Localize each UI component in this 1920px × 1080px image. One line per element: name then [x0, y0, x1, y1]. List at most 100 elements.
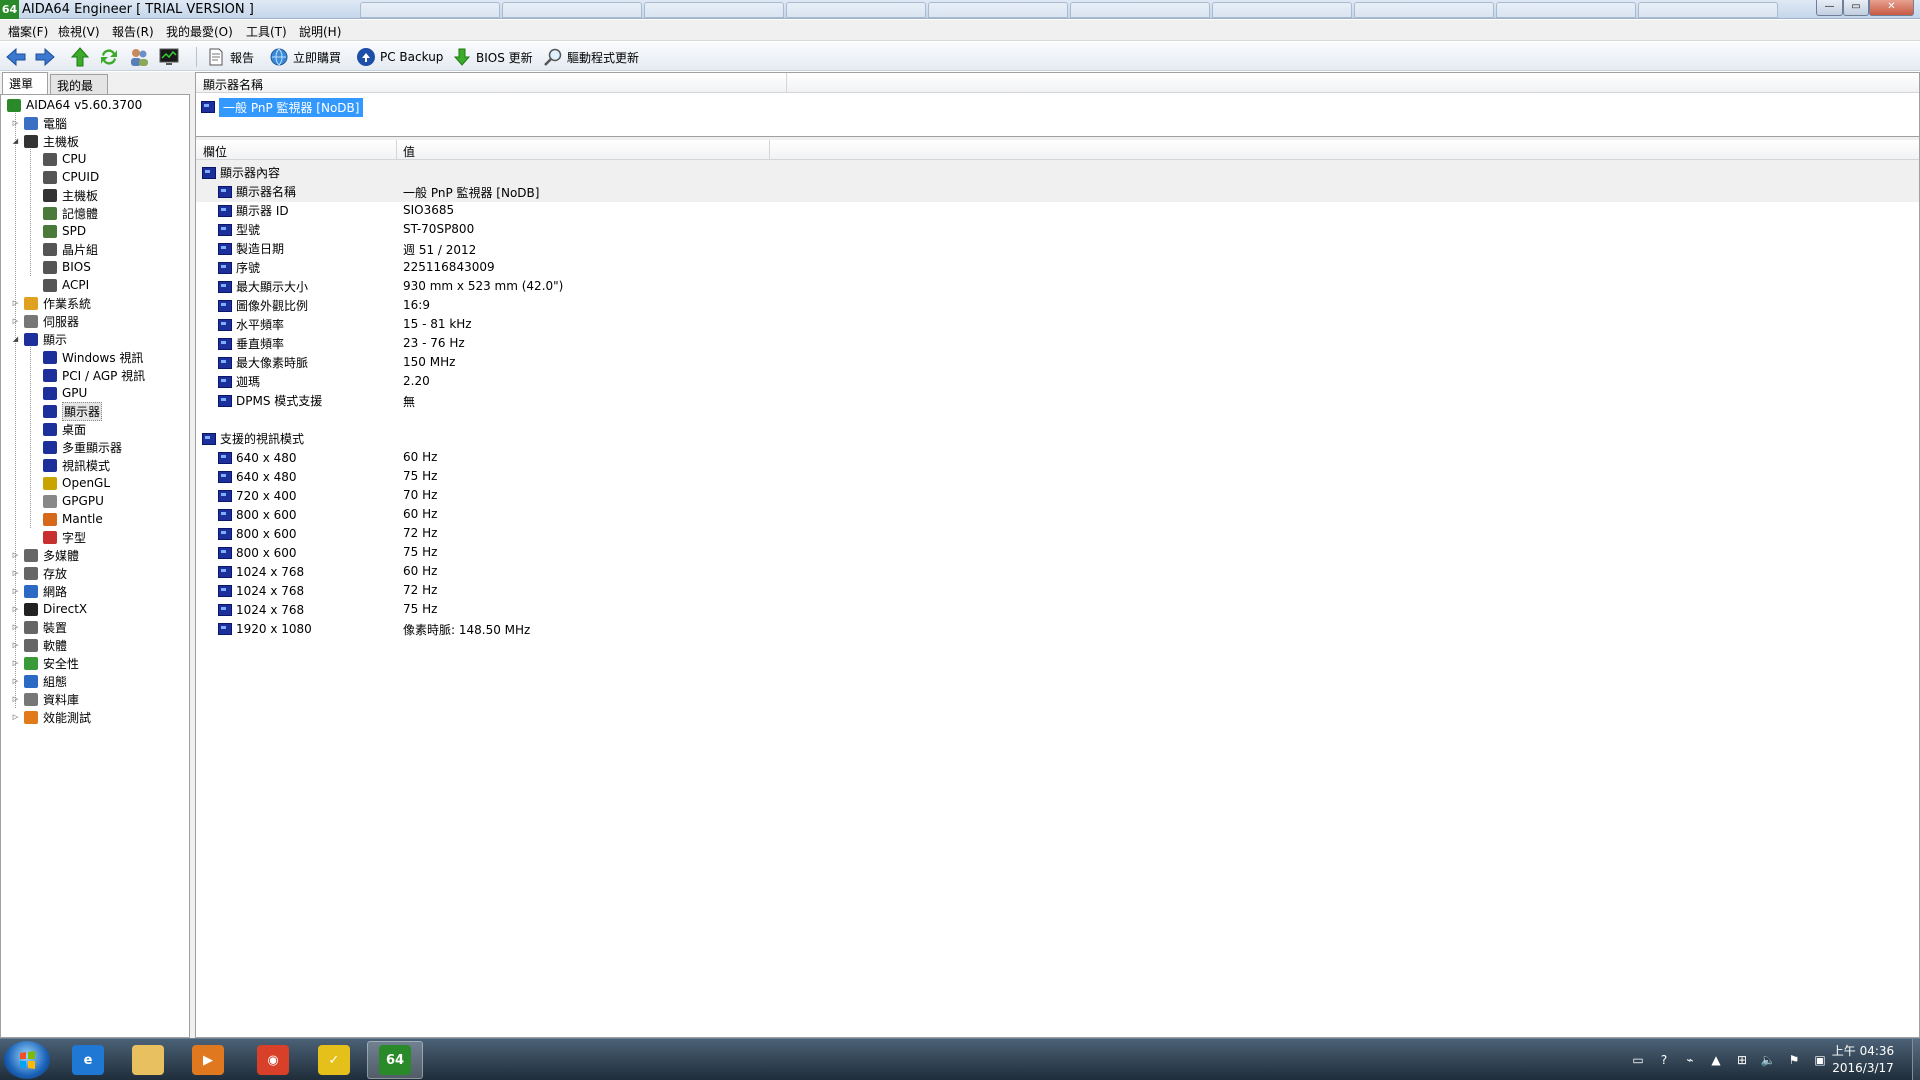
tree-item[interactable]: SPD — [43, 222, 86, 240]
refresh-icon[interactable] — [98, 46, 120, 68]
expand-arrow-icon[interactable]: ▷ — [11, 551, 20, 559]
property-row[interactable]: 顯示器名稱 — [218, 182, 296, 201]
tree-item[interactable]: 字型 — [43, 528, 86, 546]
start-button[interactable] — [4, 1041, 50, 1079]
property-row[interactable]: 水平頻率 — [218, 315, 284, 334]
property-row[interactable]: 製造日期 — [218, 239, 284, 258]
tree-item[interactable]: ▷ 裝置 — [11, 618, 67, 636]
expand-arrow-icon[interactable]: ▷ — [11, 569, 20, 577]
video-mode-row[interactable]: 720 x 400 — [218, 486, 297, 505]
property-row[interactable]: 最大顯示大小 — [218, 277, 308, 296]
navigation-tree[interactable]: AIDA64 v5.60.3700 ▷ 電腦 ◢ 主機板 CPU CPUID 主機板 記憶體 SP… — [0, 94, 190, 1038]
background-window-tab[interactable] — [502, 2, 642, 18]
buy-now-button[interactable]: 立即購買 — [269, 46, 341, 68]
volume-icon[interactable]: 🔈 — [1760, 1053, 1776, 1067]
menu-tools[interactable]: 工具(T) — [246, 23, 287, 40]
tree-item[interactable]: 桌面 — [43, 420, 86, 438]
tree-item[interactable]: BIOS — [43, 258, 91, 276]
expand-arrow-icon[interactable]: ▷ — [11, 587, 20, 595]
monitor-list-item[interactable]: 一般 PnP 監視器 [NoDB] — [201, 97, 364, 117]
video-mode-row[interactable]: 800 x 600 — [218, 543, 297, 562]
menu-file[interactable]: 檔案(F) — [8, 23, 48, 40]
value-column-header[interactable]: 值 — [403, 143, 415, 160]
back-arrow-icon[interactable] — [5, 46, 27, 68]
property-row[interactable]: 圖像外觀比例 — [218, 296, 308, 315]
tree-item[interactable]: AIDA64 v5.60.3700 — [7, 96, 142, 114]
tree-item[interactable]: 晶片組 — [43, 240, 98, 258]
minimize-button[interactable]: — — [1816, 0, 1843, 16]
tree-item[interactable]: CPUID — [43, 168, 99, 186]
menu-help[interactable]: 說明(H) — [299, 23, 341, 40]
group-header-video-modes[interactable]: 支援的視訊模式 — [202, 429, 304, 448]
pc-backup-button[interactable]: PC Backup — [356, 46, 443, 68]
chevron-up-icon[interactable]: ▲ — [1708, 1053, 1724, 1067]
video-mode-row[interactable]: 800 x 600 — [218, 524, 297, 543]
help-icon[interactable]: ? — [1656, 1053, 1672, 1067]
tree-item[interactable]: ▷ 軟體 — [11, 636, 67, 654]
tree-item[interactable]: ▷ 作業系統 — [11, 294, 91, 312]
field-column-header[interactable]: 欄位 — [203, 143, 227, 160]
taskbar-app-button[interactable]: ◉ — [245, 1041, 301, 1079]
video-mode-row[interactable]: 640 x 480 — [218, 467, 297, 486]
tree-item[interactable]: 視訊模式 — [43, 456, 110, 474]
tab-favorites[interactable]: 我的最愛 — [50, 74, 108, 110]
usb-icon[interactable]: ⌁ — [1682, 1053, 1698, 1067]
expand-arrow-icon[interactable]: ▷ — [11, 659, 20, 667]
tree-item[interactable]: ◢ 顯示 — [11, 330, 67, 348]
tree-item[interactable]: 記憶體 — [43, 204, 98, 222]
video-mode-row[interactable]: 800 x 600 — [218, 505, 297, 524]
video-mode-row[interactable]: 640 x 480 — [218, 448, 297, 467]
property-row[interactable]: 序號 — [218, 258, 260, 277]
tree-item[interactable]: ▷ 網路 — [11, 582, 67, 600]
network-drive-icon[interactable]: ▭ — [1630, 1053, 1646, 1067]
monitor-green-icon[interactable] — [158, 46, 180, 68]
taskbar-app-button[interactable]: e — [60, 1041, 116, 1079]
tree-item[interactable]: ACPI — [43, 276, 89, 294]
tree-item[interactable]: OpenGL — [43, 474, 110, 492]
column-divider[interactable] — [769, 140, 770, 160]
background-window-tab[interactable] — [1212, 2, 1352, 18]
tree-item[interactable]: ▷ DirectX — [11, 600, 87, 618]
taskbar-app-button[interactable] — [120, 1041, 176, 1079]
tree-item[interactable]: ▷ 效能測試 — [11, 708, 91, 726]
taskbar-app-button[interactable]: ✓ — [306, 1041, 362, 1079]
monitor-name-column-header[interactable]: 顯示器名稱 — [203, 76, 263, 93]
background-window-tab[interactable] — [1354, 2, 1494, 18]
menu-view[interactable]: 檢視(V) — [58, 23, 100, 40]
video-mode-row[interactable]: 1920 x 1080 — [218, 619, 312, 638]
expand-arrow-icon[interactable]: ▷ — [11, 623, 20, 631]
background-window-tab[interactable] — [1070, 2, 1210, 18]
property-row[interactable]: 顯示器 ID — [218, 201, 289, 220]
tree-item[interactable]: ▷ 安全性 — [11, 654, 79, 672]
expand-arrow-icon[interactable]: ▷ — [11, 299, 20, 307]
taskbar-app-button[interactable]: 64 — [367, 1041, 423, 1079]
column-divider[interactable] — [396, 140, 397, 160]
driver-update-button[interactable]: 驅動程式更新 — [543, 46, 639, 68]
menu-report[interactable]: 報告(R) — [112, 23, 154, 40]
tree-item[interactable]: ▷ 組態 — [11, 672, 67, 690]
windows-flag-icon[interactable]: ⊞ — [1734, 1053, 1750, 1067]
forward-arrow-icon[interactable] — [34, 46, 56, 68]
tree-item[interactable]: ◢ 主機板 — [11, 132, 79, 150]
video-mode-row[interactable]: 1024 x 768 — [218, 562, 304, 581]
report-button[interactable]: 報告 — [206, 46, 254, 68]
background-window-tab[interactable] — [644, 2, 784, 18]
video-mode-row[interactable]: 1024 x 768 — [218, 600, 304, 619]
expand-arrow-icon[interactable]: ▷ — [11, 641, 20, 649]
tree-item[interactable]: ▷ 資料庫 — [11, 690, 79, 708]
action-center-flag-icon[interactable]: ⚑ — [1786, 1053, 1802, 1067]
show-desktop-button[interactable] — [1912, 1039, 1920, 1080]
menu-favorites[interactable]: 我的最愛(O) — [166, 23, 233, 40]
background-window-tab[interactable] — [786, 2, 926, 18]
tree-item[interactable]: 顯示器 — [43, 401, 103, 421]
property-row[interactable]: 最大像素時脈 — [218, 353, 308, 372]
title-bar[interactable]: 64 AIDA64 Engineer [ TRIAL VERSION ] — ▭… — [0, 0, 1920, 19]
bios-update-button[interactable]: BIOS 更新 — [452, 46, 533, 68]
tree-item[interactable]: 多重顯示器 — [43, 438, 122, 456]
column-divider[interactable] — [786, 73, 787, 93]
group-header-display-properties[interactable]: 顯示器內容 — [202, 163, 280, 182]
background-window-tab[interactable] — [360, 2, 500, 18]
tab-menu[interactable]: 選單 — [2, 72, 48, 94]
tree-item[interactable]: ▷ 存放 — [11, 564, 67, 582]
expand-arrow-icon[interactable]: ▷ — [11, 119, 20, 127]
